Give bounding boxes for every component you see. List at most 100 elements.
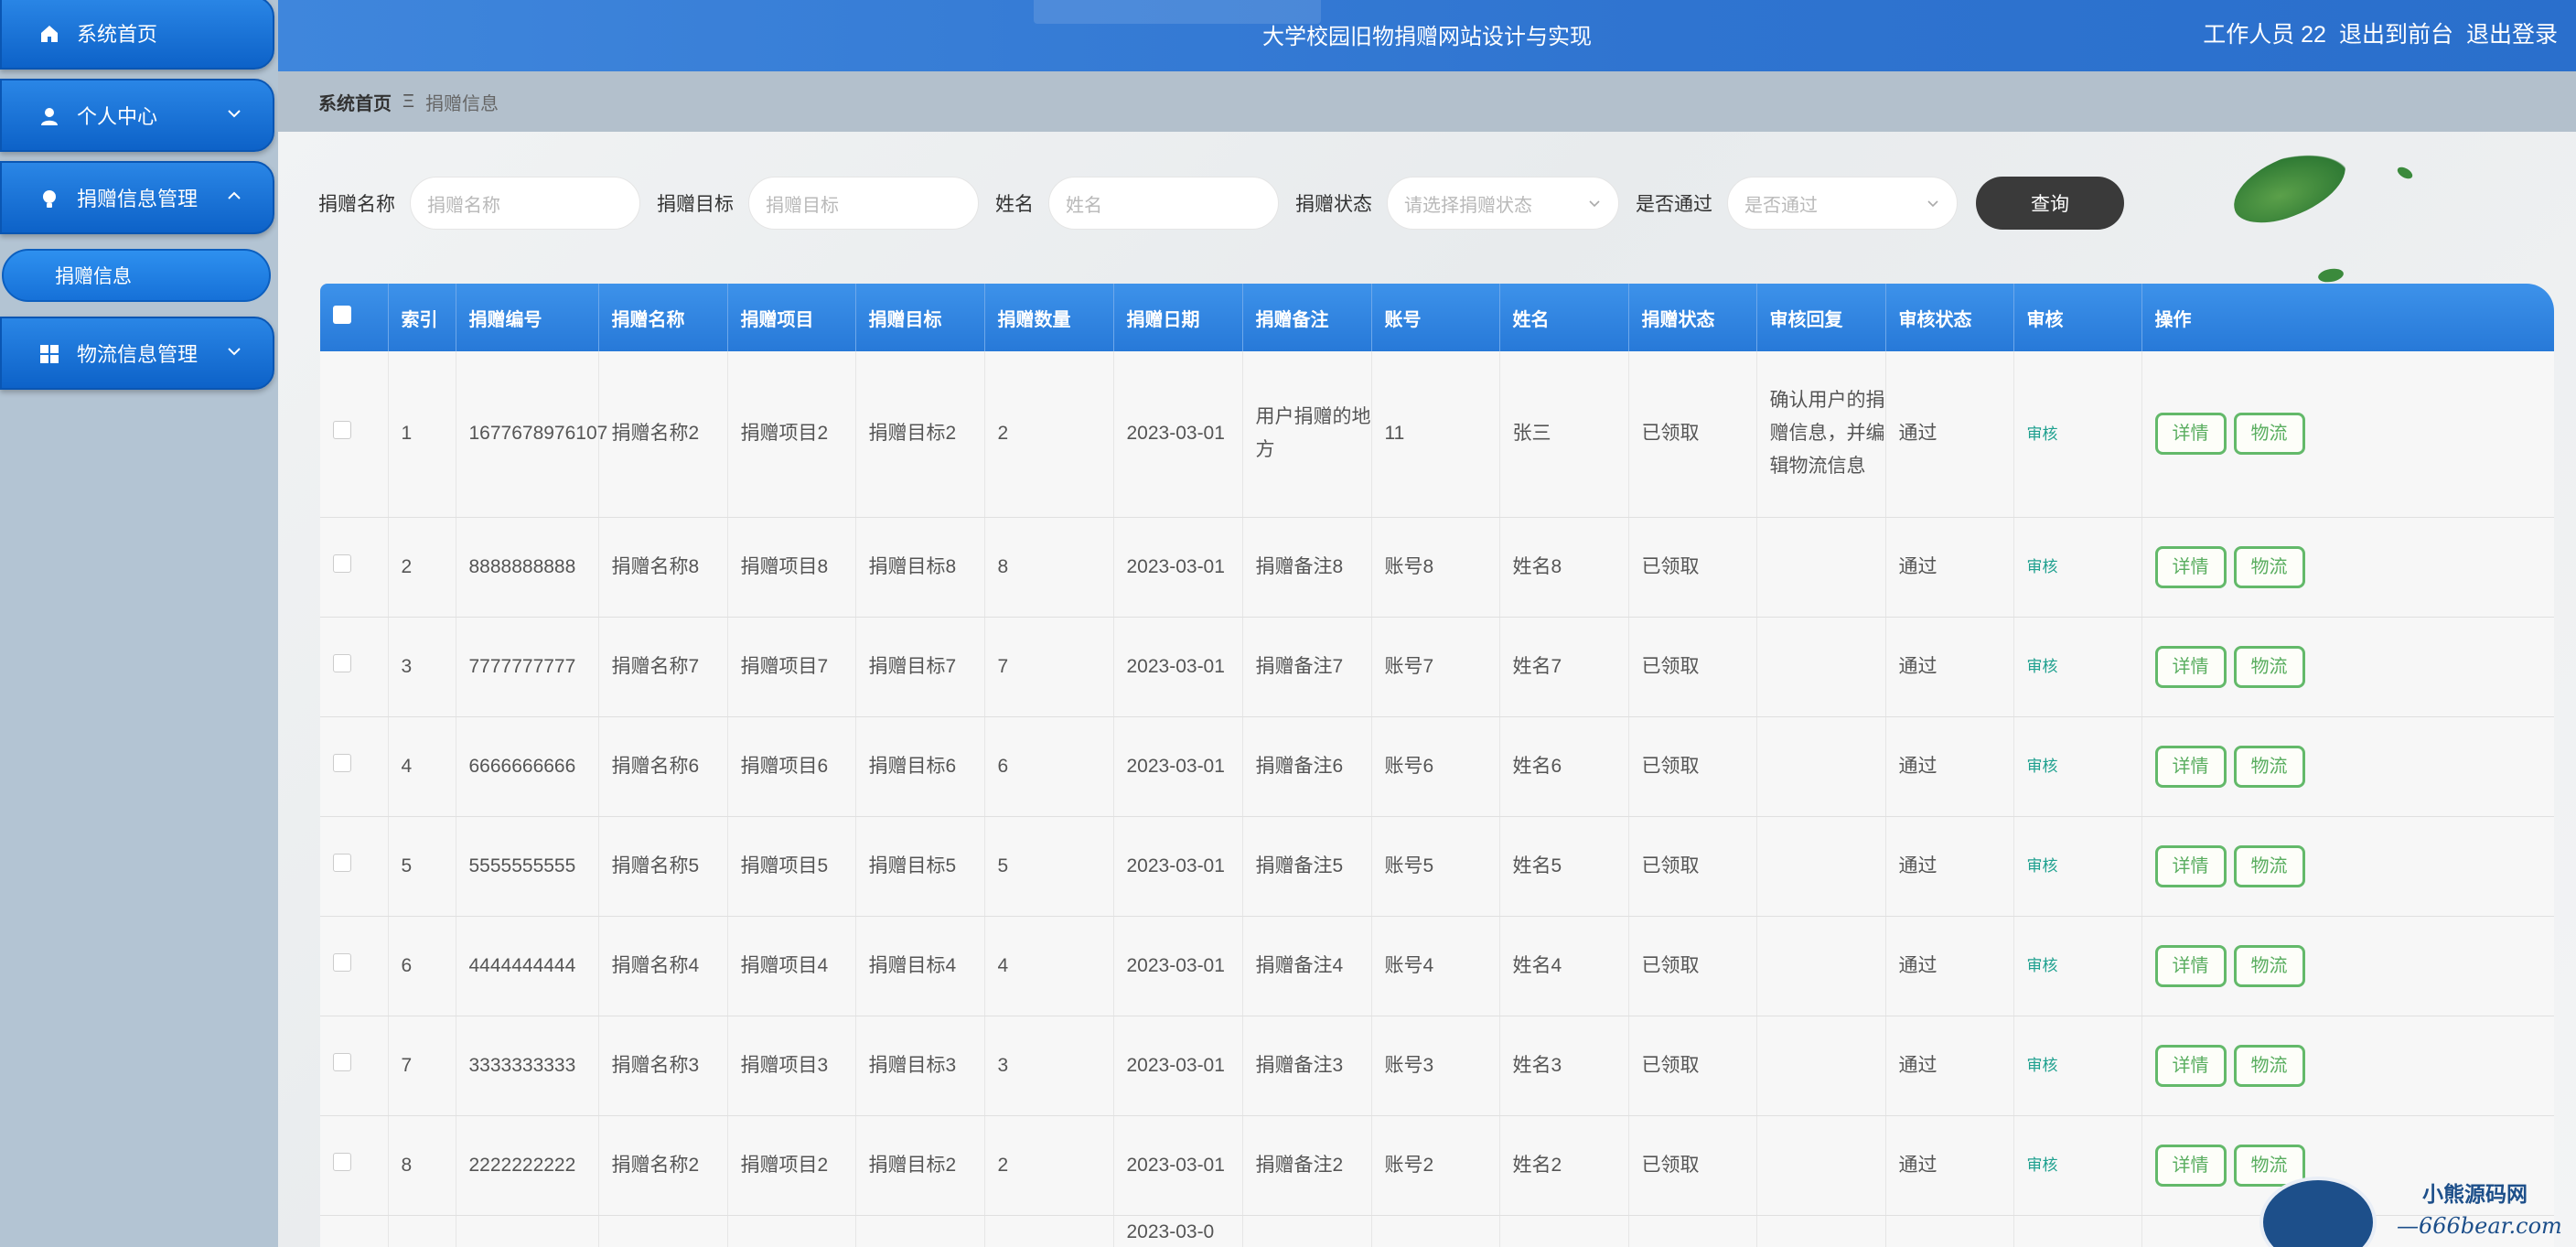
row-checkbox[interactable] xyxy=(333,952,351,972)
detail-button[interactable]: 详情 xyxy=(2154,745,2227,788)
cell-note: 捐赠备注6 xyxy=(1242,716,1372,817)
donation-name-input[interactable]: 捐赠名称 xyxy=(410,177,640,230)
table-row: 1 1677678976107 捐赠名称2 捐赠项目2 捐赠目标2 2 2023-03-01… xyxy=(320,351,2554,518)
logistics-button[interactable]: 物流 xyxy=(2233,413,2305,456)
detail-button[interactable]: 详情 xyxy=(2154,944,2227,987)
cell-qty: 7 xyxy=(984,617,1114,717)
row-checkbox[interactable] xyxy=(333,1152,351,1171)
cell-no: 2222222222 xyxy=(456,1115,599,1216)
row-checkbox[interactable] xyxy=(333,653,351,672)
person-name-input[interactable]: 姓名 xyxy=(1048,177,1279,230)
row-select-cell xyxy=(320,1115,389,1216)
sidebar-subitem-donation-info[interactable]: 捐赠信息 xyxy=(2,249,271,302)
row-checkbox[interactable] xyxy=(333,1052,351,1071)
cell-status: 已领取 xyxy=(1628,1016,1757,1116)
column-header: 索引 xyxy=(388,284,456,351)
row-checkbox[interactable] xyxy=(333,853,351,872)
detail-button[interactable]: 详情 xyxy=(2154,1044,2227,1087)
cell-account: 账号8 xyxy=(1371,517,1500,618)
table-body: 1 1677678976107 捐赠名称2 捐赠项目2 捐赠目标2 2 2023-03-01… xyxy=(320,351,2554,1247)
logistics-button[interactable]: 物流 xyxy=(2233,1044,2305,1087)
audit-link[interactable]: 审核 xyxy=(2027,1057,2058,1074)
cell-name: 捐赠名称2 xyxy=(598,351,728,518)
cell-account: 账号4 xyxy=(1371,916,1500,1016)
column-header: 操作 xyxy=(2141,284,2554,351)
audit-link[interactable]: 审核 xyxy=(2027,957,2058,974)
cell-status: 已领取 xyxy=(1628,351,1757,518)
detail-button[interactable]: 详情 xyxy=(2154,545,2227,588)
audit-link[interactable]: 审核 xyxy=(2027,758,2058,775)
sidebar-item-donation[interactable]: 捐赠信息管理 xyxy=(0,161,274,234)
cell-account: 账号5 xyxy=(1371,816,1500,917)
detail-button[interactable]: 详情 xyxy=(2154,1144,2227,1187)
row-checkbox[interactable] xyxy=(333,421,351,440)
row-checkbox[interactable] xyxy=(333,753,351,772)
logistics-button[interactable]: 物流 xyxy=(2233,645,2305,688)
logistics-button[interactable]: 物流 xyxy=(2233,745,2305,788)
sidebar-item-profile[interactable]: 个人中心 xyxy=(0,79,274,152)
sidebar: 系统首页 个人中心 捐赠信息管理 捐赠信息 物流信息管理 xyxy=(0,0,278,1247)
cell-account: 11 xyxy=(1371,351,1500,518)
audit-link[interactable]: 审核 xyxy=(2027,425,2058,443)
watermark-url: —666bear.com— xyxy=(2397,1213,2562,1247)
user-icon xyxy=(41,108,58,125)
breadcrumb-home[interactable]: 系统首页 xyxy=(318,89,392,115)
bear-logo-icon xyxy=(2259,1177,2377,1247)
cell-name: 捐赠名称3 xyxy=(598,1016,728,1116)
cell-account: 账号6 xyxy=(1371,716,1500,817)
sidebar-item-logistics[interactable]: 物流信息管理 xyxy=(0,317,274,390)
row-select-cell xyxy=(320,617,389,717)
row-select-cell xyxy=(320,816,389,917)
cell-status: 已领取 xyxy=(1628,916,1757,1016)
detail-button[interactable]: 详情 xyxy=(2154,844,2227,887)
audit-link[interactable]: 审核 xyxy=(2027,658,2058,675)
cell-person: 姓名4 xyxy=(1499,916,1629,1016)
detail-button[interactable]: 详情 xyxy=(2154,645,2227,688)
select-all-checkbox[interactable] xyxy=(333,306,351,324)
label-donation-status: 捐赠状态 xyxy=(1295,194,1372,215)
audit-link[interactable]: 审核 xyxy=(2027,857,2058,875)
cell-reply: 确认用户的捐赠信息，并编辑物流信息 xyxy=(1756,351,1886,518)
cell-reply xyxy=(1756,916,1886,1016)
logistics-button[interactable]: 物流 xyxy=(2233,545,2305,588)
cell-note: 捐赠备注7 xyxy=(1242,617,1372,717)
cell-account: 账号7 xyxy=(1371,617,1500,717)
logout-link[interactable]: 退出登录 xyxy=(2466,16,2558,49)
cell-person: 姓名8 xyxy=(1499,517,1629,618)
column-header: 捐赠名称 xyxy=(598,284,728,351)
sidebar-item-home[interactable]: 系统首页 xyxy=(0,0,274,70)
audit-link[interactable]: 审核 xyxy=(2027,558,2058,575)
table-row: 6 4444444444 捐赠名称4 捐赠项目4 捐赠目标4 4 2023-03-01 捐赠备… xyxy=(320,916,2554,1016)
row-checkbox[interactable] xyxy=(333,554,351,573)
cell-idx: 1 xyxy=(388,351,456,518)
lightbulb-icon xyxy=(43,190,56,208)
query-button[interactable]: 查询 xyxy=(1976,177,2124,230)
watermark: 小熊源码网 —666bear.com— xyxy=(2259,1167,2576,1247)
to-front-link[interactable]: 退出到前台 xyxy=(2339,16,2453,49)
donation-status-select[interactable]: 请选择捐赠状态 xyxy=(1387,177,1619,230)
cell-idx: 5 xyxy=(388,816,456,917)
cell-date: 2023-03-01 xyxy=(1113,617,1243,717)
column-header: 账号 xyxy=(1371,284,1500,351)
cell-actions: 详情 物流 xyxy=(2141,916,2554,1016)
main-content: 捐赠名称 捐赠名称 捐赠目标 捐赠目标 姓名 姓名 捐赠状态 请选择捐赠状态 是… xyxy=(278,132,2576,1247)
sidebar-item-label: 个人中心 xyxy=(77,105,158,128)
label-passed: 是否通过 xyxy=(1636,194,1712,215)
audit-link[interactable]: 审核 xyxy=(2027,1156,2058,1174)
cell xyxy=(1499,1215,1629,1247)
search-bar: 捐赠名称 捐赠名称 捐赠目标 捐赠目标 姓名 姓名 捐赠状态 请选择捐赠状态 是… xyxy=(318,176,2124,231)
donation-target-input[interactable]: 捐赠目标 xyxy=(748,177,979,230)
cell-item: 捐赠项目4 xyxy=(727,916,856,1016)
logistics-button[interactable]: 物流 xyxy=(2233,944,2305,987)
logistics-button[interactable]: 物流 xyxy=(2233,844,2305,887)
cell-reply xyxy=(1756,1016,1886,1116)
chevron-up-icon xyxy=(228,191,241,199)
cell-no: 4444444444 xyxy=(456,916,599,1016)
passed-select[interactable]: 是否通过 xyxy=(1727,177,1958,230)
cell xyxy=(727,1215,856,1247)
cell-audit: 审核 xyxy=(2013,351,2142,518)
detail-button[interactable]: 详情 xyxy=(2154,413,2227,456)
grid-icon xyxy=(40,345,59,363)
cell-date: 2023-03-01 xyxy=(1113,1016,1243,1116)
chevron-down-icon xyxy=(1589,200,1600,208)
